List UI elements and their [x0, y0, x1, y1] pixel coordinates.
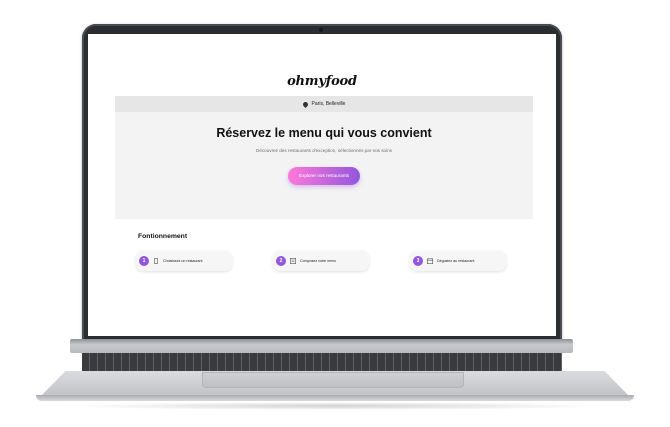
phone-icon [153, 258, 159, 264]
location-label: Paris, Belleville [311, 101, 346, 107]
location-pin-icon [301, 100, 309, 108]
laptop-hinge [70, 339, 573, 353]
laptop-mockup: ohmyfood Paris, Belleville Réservez le m… [0, 0, 670, 427]
hero-subtitle: Découvrez des restaurants d'exception, s… [256, 148, 392, 153]
calendar-icon [427, 258, 433, 264]
how-it-works-title: Fontionnement [138, 233, 188, 240]
laptop-base-edge [36, 395, 634, 401]
step-label: Dégustez au restaurant [437, 259, 475, 263]
laptop-trackpad [202, 372, 464, 388]
laptop-keyboard [82, 353, 562, 371]
step-number-badge: 2 [276, 256, 286, 266]
step-label: Composez votre menu [300, 259, 337, 263]
list-icon [290, 258, 296, 264]
webcam [319, 28, 323, 32]
laptop-shadow [60, 402, 610, 410]
steps-list: 1 Choisissez un restaurant 2 Composez vo… [136, 251, 516, 273]
step-number-badge: 3 [413, 256, 423, 266]
explore-restaurants-button[interactable]: Explorer nos restaurants [287, 167, 361, 185]
hero-section: Réservez le menu qui vous convient Décou… [115, 112, 533, 219]
hero-title: Réservez le menu qui vous convient [216, 126, 432, 140]
step-card-3: 3 Dégustez au restaurant [410, 251, 506, 271]
laptop-lid: ohmyfood Paris, Belleville Réservez le m… [82, 24, 562, 344]
step-number-badge: 1 [139, 256, 149, 266]
location-bar: Paris, Belleville [115, 96, 533, 112]
site-logo[interactable]: ohmyfood [88, 74, 556, 89]
laptop-screen: ohmyfood Paris, Belleville Réservez le m… [88, 34, 556, 336]
step-label: Choisissez un restaurant [163, 259, 203, 263]
step-card-1: 1 Choisissez un restaurant [136, 251, 232, 271]
step-card-2: 2 Composez votre menu [273, 251, 369, 271]
